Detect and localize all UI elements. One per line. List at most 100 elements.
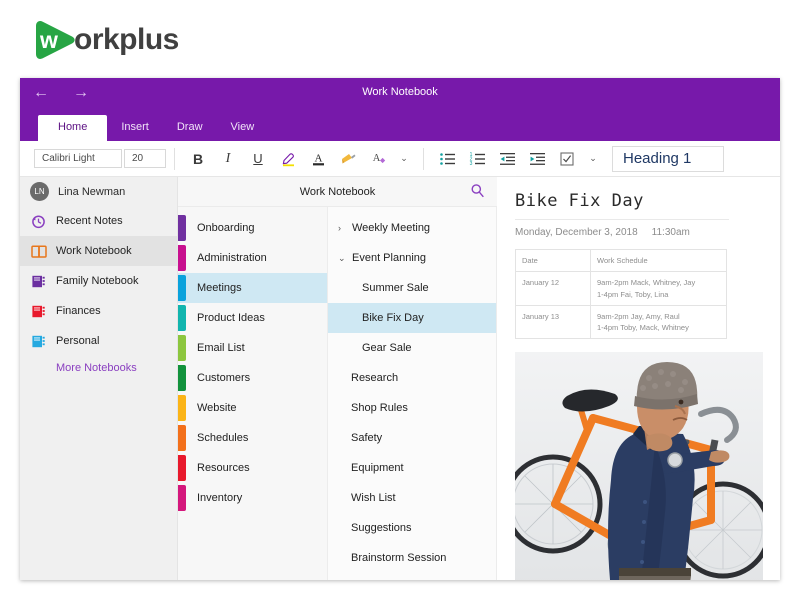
more-notebooks-link[interactable]: More Notebooks [20,362,177,374]
ribbon-tabs: Home Insert Draw View [20,115,780,141]
section-item-email-list[interactable]: Email List [178,333,327,363]
page-item-suggestions[interactable]: Suggestions [328,513,496,543]
sidebar-item-personal[interactable]: Personal [20,326,177,356]
page-item-shop-rules[interactable]: Shop Rules [328,393,496,423]
paragraph-style-selector[interactable]: Heading 1 [612,145,724,172]
sidebar-item-label: Personal [56,335,100,347]
format-painter-icon[interactable] [335,147,361,171]
underline-button[interactable]: U [245,147,271,171]
shift-line: 1-4pm Fai, Toby, Lina [597,289,669,299]
tab-insert[interactable]: Insert [107,115,163,141]
note-date: Monday, December 3, 2018 [515,227,638,238]
table-header-row: Date Work Schedule [515,248,727,273]
section-color-tab [178,395,186,421]
note-time: 11:30am [651,227,690,238]
checkbox-icon[interactable] [554,147,580,171]
section-item-customers[interactable]: Customers [178,363,327,393]
table-cell-schedule: 9am-2pm Mack, Whitney, Jay 1-4pm Fai, To… [590,271,727,306]
app-body: LN Lina Newman Recent Notes Work Noteboo… [20,177,780,580]
bold-button[interactable]: B [185,147,211,171]
page-item-summer-sale[interactable]: Summer Sale [328,273,496,303]
highlighter-icon[interactable] [275,147,301,171]
font-name-input[interactable]: Calibri Light [34,149,122,168]
section-item-schedules[interactable]: Schedules [178,423,327,453]
section-label: Administration [197,252,267,264]
page-label: Event Planning [352,252,426,264]
note-canvas[interactable]: Bike Fix Day Monday, December 3, 2018 11:… [497,177,780,580]
brand-name: orkplus [74,23,179,56]
notebook-icon [30,273,47,290]
page-label: Gear Sale [362,342,412,354]
sidebar-item-label: Work Notebook [56,245,132,257]
notebook-header: Work Notebook [178,177,497,207]
page-item-research[interactable]: Research [328,363,496,393]
sidebar-item-finances[interactable]: Finances [20,296,177,326]
shift-line: 1-4pm Toby, Mack, Whitney [597,323,689,332]
section-item-website[interactable]: Website [178,393,327,423]
bullet-list-icon[interactable] [434,147,460,171]
sidebar-item-label: Recent Notes [56,215,123,227]
page-item-gear-sale[interactable]: Gear Sale [328,333,496,363]
list-options-chevron-down-icon[interactable]: ⌄ [584,147,602,171]
page-item-brainstorm-session[interactable]: Brainstorm Session [328,543,496,573]
page-item-wish-list[interactable]: Wish List [328,483,496,513]
page-item-weekly-meeting[interactable]: › Weekly Meeting [328,213,496,243]
account-row[interactable]: LN Lina Newman [20,177,177,206]
tab-view[interactable]: View [217,115,269,141]
chevron-down-icon[interactable]: ⌄ [338,253,351,264]
section-label: Schedules [197,432,249,444]
work-schedule-table[interactable]: Date Work Schedule January 12 9am-2pm Ma… [515,248,727,340]
toolbar-divider [174,147,175,170]
page-item-bike-fix-day[interactable]: Bike Fix Day [328,303,496,333]
section-item-inventory[interactable]: Inventory [178,483,327,513]
window-titlebar: ← → Work Notebook [20,78,780,115]
page-title[interactable]: Bike Fix Day [515,191,780,211]
section-item-onboarding[interactable]: Onboarding [178,213,327,243]
tab-home[interactable]: Home [38,115,108,141]
decrease-indent-icon[interactable] [494,147,520,171]
section-color-tab [178,365,186,391]
sidebar-item-recent-notes[interactable]: Recent Notes [20,206,177,236]
tab-draw[interactable]: Draw [163,115,217,141]
svg-text:w: w [39,27,58,53]
section-color-tab [178,425,186,451]
table-row: January 13 9am-2pm Jay, Amy, Raul 1-4pm … [515,304,727,340]
page-label: Shop Rules [351,402,408,414]
window-title: Work Notebook [362,86,438,98]
table-header-date: Date [515,248,591,273]
sidebar-item-work-notebook[interactable]: Work Notebook [20,236,177,266]
note-image[interactable] [515,352,763,580]
font-options-chevron-down-icon[interactable]: ⌄ [395,147,413,171]
onenote-window: ← → Work Notebook Home Insert Draw View … [20,78,780,580]
page-item-event-planning[interactable]: ⌄ Event Planning [328,243,496,273]
numbered-list-icon[interactable]: 1 2 3 [464,147,490,171]
section-item-product-ideas[interactable]: Product Ideas [178,303,327,333]
sections-pages-columns: Onboarding Administration Meetings Produ… [178,207,497,580]
sidebar-item-label: Family Notebook [56,275,139,287]
page-label: Bike Fix Day [362,312,424,324]
font-color-icon[interactable]: A [305,147,331,171]
italic-button[interactable]: I [215,147,241,171]
table-cell-date: January 12 [515,271,591,306]
page-item-equipment[interactable]: Equipment [328,453,496,483]
formatting-toolbar: Calibri Light 20 B I U A A ⌄ 1 2 3 ⌄ Hea… [20,141,780,177]
shift-line: 9am-2pm Jay, Amy, Raul [597,311,680,321]
font-size-input[interactable]: 20 [124,149,166,168]
chevron-right-icon[interactable]: › [338,223,351,233]
page-label: Suggestions [351,522,412,534]
brand-logo: w orkplus [32,16,179,64]
section-color-tab [178,455,186,481]
section-item-resources[interactable]: Resources [178,453,327,483]
notebook-header-title: Work Notebook [299,185,376,198]
sidebar-item-family-notebook[interactable]: Family Notebook [20,266,177,296]
section-color-tab [178,305,186,331]
page-item-safety[interactable]: Safety [328,423,496,453]
section-label: Product Ideas [197,312,265,324]
notebook-icon [30,333,47,350]
section-item-meetings[interactable]: Meetings [178,273,327,303]
sections-list: Onboarding Administration Meetings Produ… [178,207,328,580]
clear-formatting-icon[interactable]: A [365,147,391,171]
increase-indent-icon[interactable] [524,147,550,171]
section-item-administration[interactable]: Administration [178,243,327,273]
search-icon[interactable] [470,183,485,203]
